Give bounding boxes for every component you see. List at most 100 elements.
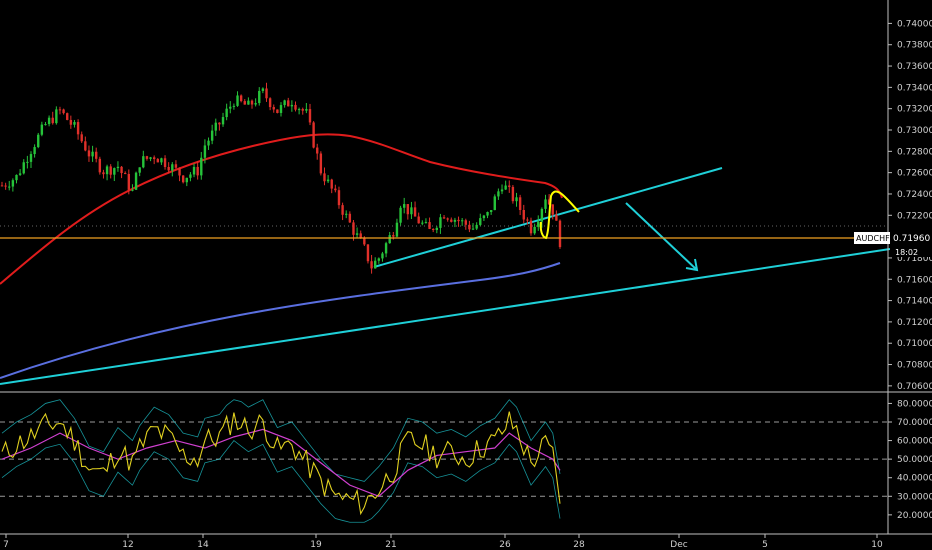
candle-body (497, 191, 500, 197)
candle-body (160, 158, 163, 163)
candle-body (123, 173, 127, 175)
price-axis: 0.74000 0.73800 0.73600 0.73400 0.73200 0.730… (888, 19, 932, 392)
candle-body (37, 134, 40, 148)
price-tick-label: 0.70600 (897, 382, 932, 392)
price-tick-label: 0.71400 (897, 297, 932, 307)
rsi-tick-label: 60.0000 (897, 437, 932, 447)
candle-body (247, 100, 250, 105)
candle-body (330, 179, 333, 189)
candle-body (0, 185, 4, 187)
candle-body (558, 220, 562, 248)
price-tick-label: 0.73600 (897, 62, 932, 72)
candle-body (529, 220, 533, 234)
candle-body (276, 109, 279, 113)
candle-body (370, 261, 373, 269)
candle-body (413, 207, 417, 217)
candle-body (261, 88, 265, 91)
candle-body (105, 166, 109, 175)
candle-body (138, 167, 141, 173)
candle-body (232, 105, 236, 107)
candle-body (453, 219, 457, 222)
candle-body (410, 207, 413, 215)
candle-body (47, 117, 51, 125)
candle-body (460, 220, 464, 222)
candle-body (341, 205, 344, 215)
candle-body (4, 185, 7, 187)
candle-body (493, 196, 496, 211)
candle-body (80, 134, 83, 142)
countdown-label: 18:02 (895, 248, 918, 257)
price-tick-label: 0.72600 (897, 169, 932, 179)
price-tick-label: 0.71000 (897, 339, 932, 349)
candle-body (424, 222, 428, 224)
candle-body (8, 186, 11, 188)
candle-body (73, 122, 76, 125)
time-axis: 7 12 14 19 21 26 28 Dec 5 10 (3, 534, 883, 550)
candle-body (326, 179, 330, 182)
candle-body (196, 166, 199, 176)
candle-body (316, 147, 319, 154)
price-tick-label: 0.73800 (897, 41, 932, 51)
candle-body (142, 156, 145, 168)
candle-body (402, 204, 406, 208)
candle-body (348, 213, 352, 223)
rsi-line (1, 411, 561, 516)
candle-body (352, 222, 355, 235)
indicator-axis: 80.0000 70.0000 60.0000 50.0000 40.0000 30.00… (888, 399, 932, 521)
rsi-tick-label: 80.0000 (897, 399, 932, 409)
candle-body (406, 204, 410, 215)
candle-body (62, 109, 65, 114)
candle-body (290, 104, 294, 107)
candle-body (127, 173, 131, 190)
candle-body (381, 253, 384, 259)
price-tick-label: 0.73200 (897, 105, 932, 115)
candle-body (102, 172, 105, 175)
price-tick-label: 0.71200 (897, 318, 932, 328)
time-tick-label: 5 (762, 540, 768, 550)
candle-body (84, 141, 87, 151)
candle-body (91, 151, 94, 157)
rsi-tick-label: 30.0000 (897, 492, 932, 502)
candle-body (250, 100, 254, 105)
candle-body (29, 154, 33, 162)
candle-body (533, 226, 536, 234)
candle-body (120, 166, 123, 174)
candle-body (185, 177, 188, 183)
candle-body (486, 212, 489, 216)
price-tick-label: 0.73400 (897, 83, 932, 93)
drawings (0, 133, 891, 385)
candle-body (200, 157, 203, 176)
candle-body (508, 185, 511, 187)
candle-body (537, 221, 540, 227)
candle-body (345, 213, 348, 215)
candle-body (305, 109, 308, 111)
rsi-tick-label: 70.0000 (897, 418, 932, 428)
candle-body (265, 88, 268, 99)
candle-body (540, 208, 544, 222)
candle-body (297, 109, 301, 111)
candle-body (258, 90, 261, 104)
candle-body (334, 188, 337, 191)
candle-body (355, 233, 359, 235)
projection-arrow (625, 202, 698, 271)
rsi-tick-label: 50.0000 (897, 455, 932, 465)
candle-body (218, 122, 221, 125)
candle-body (457, 219, 460, 222)
candle-body (511, 186, 515, 202)
candle-body (149, 157, 152, 159)
last-price-value: 0.71960 (893, 234, 930, 244)
time-tick-label: 21 (385, 540, 396, 550)
candle-body (44, 124, 47, 126)
candle-body (301, 109, 304, 111)
candle-body (504, 185, 507, 190)
candle-body (323, 173, 326, 182)
candle-body (395, 222, 399, 237)
candle-body (58, 109, 62, 111)
candle-body (192, 166, 196, 175)
candle-body (15, 174, 18, 181)
candle-body (214, 122, 217, 131)
time-tick-label: 28 (573, 540, 585, 550)
candle-body (268, 98, 272, 108)
candle-body (399, 207, 402, 223)
candle-body (388, 235, 391, 244)
